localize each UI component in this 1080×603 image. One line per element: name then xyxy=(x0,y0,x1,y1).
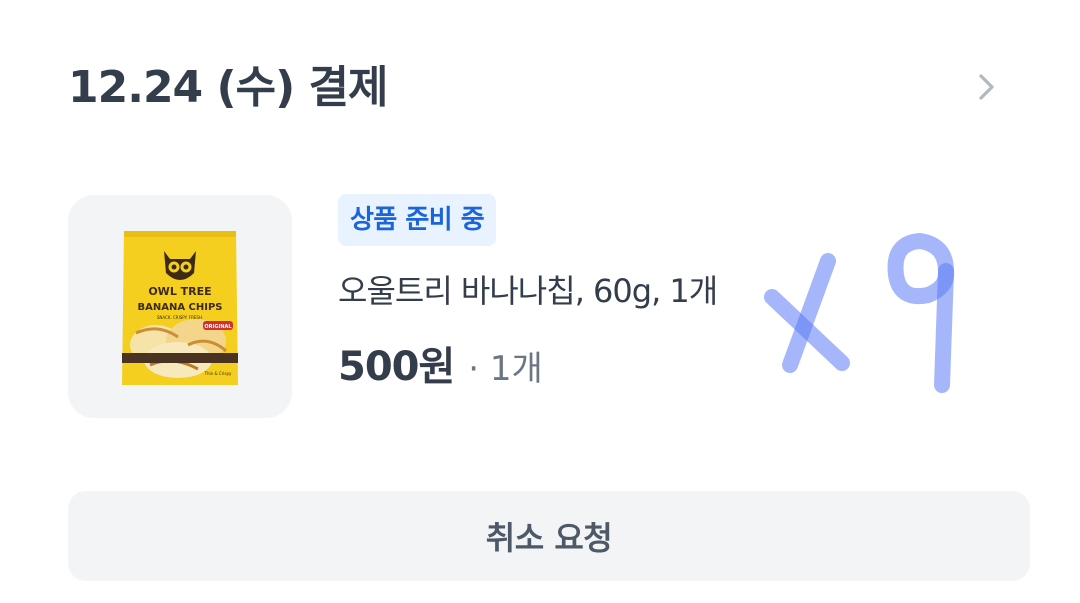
package-variant-text: ORIGINAL xyxy=(204,324,232,330)
chevron-right-icon[interactable] xyxy=(972,72,1002,102)
status-badge: 상품 준비 중 xyxy=(338,194,497,246)
package-brand-text: OWL TREE xyxy=(148,285,211,298)
order-date-title: 12.24 (수) 결제 xyxy=(68,62,388,113)
order-card: 12.24 (수) 결제 OWL TREE BANANA CHIPS SNACK… xyxy=(0,0,1080,603)
product-price: 500원 xyxy=(338,344,455,390)
package-product-text: BANANA CHIPS xyxy=(137,302,222,313)
price-row: 500원 · 1개 xyxy=(338,334,543,392)
handwritten-x9-annotation xyxy=(764,233,955,393)
product-info: 상품 준비 중 오울트리 바나나칩, 60g, 1개 500원 · 1개 xyxy=(338,194,718,390)
banana-chips-package-image: OWL TREE BANANA CHIPS SNACK. CRISPY. FRE… xyxy=(122,231,238,385)
product-thumbnail[interactable]: OWL TREE BANANA CHIPS SNACK. CRISPY. FRE… xyxy=(68,195,292,418)
product-quantity: · 1개 xyxy=(468,349,543,389)
order-header[interactable]: 12.24 (수) 결제 xyxy=(68,56,1012,126)
cancel-request-button[interactable]: 취소 요청 xyxy=(68,491,1030,581)
package-footer-text: Thin & Crispy xyxy=(204,371,232,376)
product-name[interactable]: 오울트리 바나나칩, 60g, 1개 xyxy=(338,266,718,312)
